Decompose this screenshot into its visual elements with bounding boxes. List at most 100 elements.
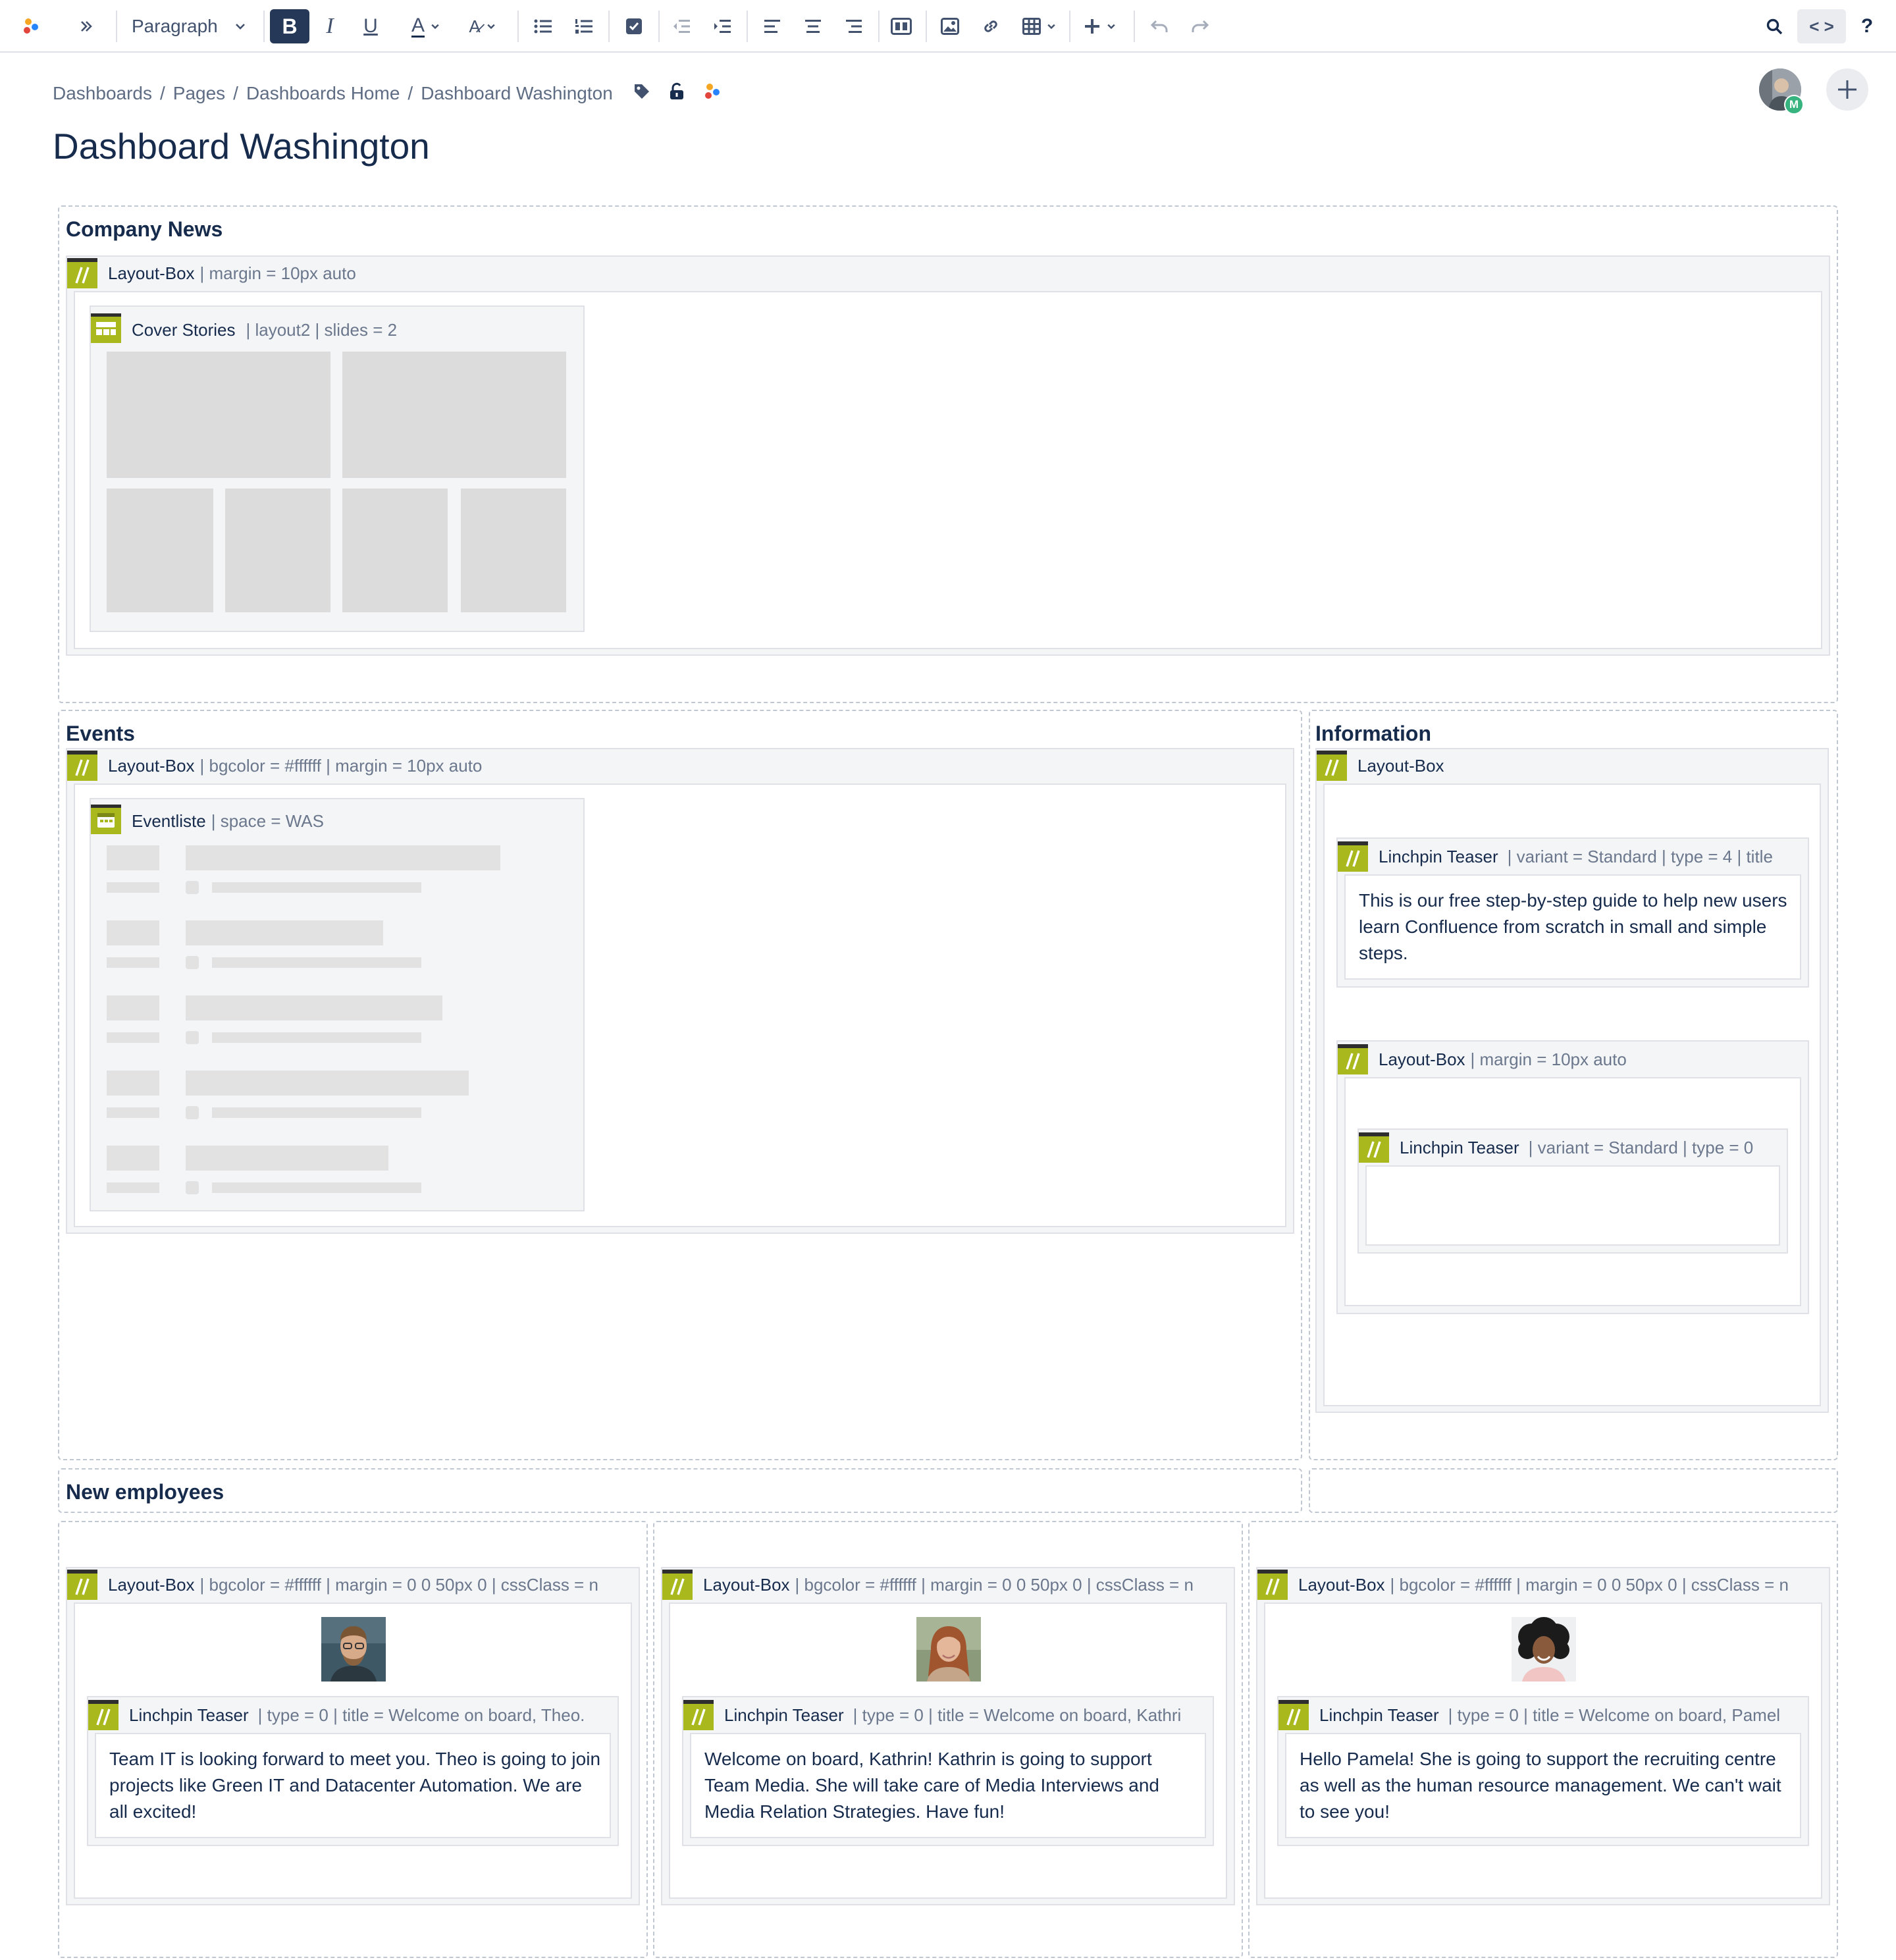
event-meta-placeholder bbox=[107, 1032, 159, 1043]
layout-button[interactable] bbox=[886, 9, 916, 43]
linchpin-teaser-macro[interactable]: Linchpin Teaser | type = 0 | title = Wel… bbox=[87, 1696, 619, 1846]
event-title-placeholder bbox=[186, 1146, 388, 1171]
bullet-list-button[interactable] bbox=[528, 9, 558, 43]
expand-icon[interactable] bbox=[71, 9, 101, 43]
align-center-button[interactable] bbox=[798, 9, 828, 43]
event-meta-placeholder bbox=[107, 957, 159, 968]
chevron-down-icon bbox=[1046, 21, 1057, 32]
toolbar-divider bbox=[926, 11, 927, 42]
help-button[interactable]: ? bbox=[1855, 9, 1879, 43]
code-toggle-button[interactable]: < > bbox=[1797, 9, 1846, 43]
undo-button[interactable] bbox=[1144, 9, 1174, 43]
toolbar-divider bbox=[608, 11, 610, 42]
toolbar-divider bbox=[116, 11, 117, 42]
linchpin-teaser-icon bbox=[1278, 1700, 1309, 1730]
editor-toolbar: Paragraph B I U A A̷ < > ? bbox=[0, 0, 1896, 53]
text-color-button[interactable]: A bbox=[403, 9, 449, 43]
linchpin-teaser-macro[interactable]: Linchpin Teaser | variant = Standard | t… bbox=[1336, 837, 1809, 988]
event-dot-placeholder bbox=[186, 1181, 199, 1194]
section-title[interactable]: Events bbox=[66, 722, 135, 746]
macro-params: | bgcolor = #ffffff | margin = 0 0 50px … bbox=[795, 1574, 1194, 1595]
macro-header: Layout-Box bbox=[1317, 749, 1828, 782]
teaser-body[interactable]: Welcome on board, Kathrin! Kathrin is go… bbox=[690, 1733, 1206, 1838]
linchpin-teaser-macro[interactable]: Linchpin Teaser | type = 0 | title = Wel… bbox=[1277, 1696, 1809, 1846]
section-title[interactable]: Information bbox=[1315, 722, 1431, 746]
italic-icon: I bbox=[326, 14, 334, 38]
event-date-placeholder bbox=[107, 1071, 159, 1096]
breadcrumb-separator: / bbox=[408, 83, 413, 103]
redo-button[interactable] bbox=[1185, 9, 1215, 43]
macro-params: | margin = 10px auto bbox=[1470, 1049, 1627, 1069]
search-icon bbox=[1766, 18, 1783, 35]
macro-params: | space = WAS bbox=[211, 810, 324, 831]
section-title[interactable]: Company News bbox=[66, 217, 223, 242]
cover-stories-macro[interactable]: Cover Stories | layout2 | slides = 2 bbox=[90, 305, 585, 632]
collaborator-avatar[interactable]: M bbox=[1759, 68, 1804, 115]
image-icon bbox=[941, 18, 959, 35]
event-title-placeholder bbox=[186, 845, 500, 870]
layout-icon bbox=[891, 18, 912, 35]
linchpin-logo-icon[interactable] bbox=[702, 82, 722, 106]
breadcrumb-item[interactable]: Dashboards bbox=[53, 83, 152, 104]
event-meta-placeholder bbox=[212, 882, 421, 893]
event-meta-placeholder bbox=[107, 1107, 159, 1118]
teaser-body[interactable] bbox=[1365, 1165, 1780, 1246]
search-button[interactable] bbox=[1759, 9, 1789, 43]
layout-box-icon bbox=[662, 1570, 693, 1600]
breadcrumb: Dashboards / Pages / Dashboards Home / D… bbox=[53, 82, 722, 105]
macro-name: Layout-Box bbox=[108, 263, 195, 283]
bold-button[interactable]: B bbox=[270, 9, 309, 43]
event-date-placeholder bbox=[107, 920, 159, 945]
indent-button[interactable] bbox=[707, 9, 737, 43]
macro-params: | type = 0 | title = Welcome on board, P… bbox=[1448, 1705, 1781, 1725]
text-color-icon: A bbox=[411, 14, 425, 38]
link-icon bbox=[984, 20, 997, 32]
layout-box-icon bbox=[1338, 1044, 1368, 1074]
image-button[interactable] bbox=[935, 9, 965, 43]
outdent-button[interactable] bbox=[666, 9, 697, 43]
task-button[interactable] bbox=[619, 9, 649, 43]
insert-button[interactable] bbox=[1077, 9, 1123, 43]
numbered-list-icon bbox=[575, 19, 592, 34]
linchpin-teaser-macro[interactable]: Linchpin Teaser | variant = Standard | t… bbox=[1357, 1128, 1788, 1254]
macro-header: Layout-Box | bgcolor = #ffffff | margin … bbox=[67, 749, 1293, 782]
breadcrumb-item[interactable]: Pages bbox=[173, 83, 225, 104]
teaser-body[interactable]: Hello Pamela! She is going to support th… bbox=[1285, 1733, 1801, 1838]
linchpin-teaser-icon bbox=[1359, 1132, 1389, 1163]
link-button[interactable] bbox=[976, 9, 1006, 43]
event-meta-placeholder bbox=[107, 882, 159, 893]
employee-photo-kathrin bbox=[916, 1617, 981, 1682]
add-collaborator-button[interactable] bbox=[1826, 68, 1868, 111]
macro-name: Eventliste bbox=[132, 810, 206, 831]
section-title[interactable]: New employees bbox=[66, 1480, 224, 1504]
paragraph-style-select[interactable]: Paragraph bbox=[125, 9, 263, 43]
teaser-body[interactable]: This is our free step-by-step guide to h… bbox=[1344, 874, 1801, 980]
numbered-list-button[interactable] bbox=[569, 9, 599, 43]
section-new-employees-header[interactable] bbox=[58, 1468, 1302, 1513]
layout-box-icon bbox=[67, 1570, 97, 1600]
table-icon bbox=[1022, 18, 1041, 35]
macro-name: Layout-Box bbox=[1357, 755, 1444, 776]
app-logo-icon[interactable] bbox=[16, 9, 46, 43]
layout-box-icon bbox=[67, 751, 97, 781]
code-icon: < > bbox=[1809, 16, 1834, 36]
teaser-body[interactable]: Team IT is looking forward to meet you. … bbox=[95, 1733, 611, 1838]
outdent-icon bbox=[673, 20, 690, 33]
table-button[interactable] bbox=[1016, 9, 1063, 43]
section-empty-cell[interactable] bbox=[1309, 1468, 1838, 1513]
breadcrumb-item[interactable]: Dashboard Washington bbox=[421, 83, 613, 104]
clear-format-button[interactable]: A̷ bbox=[460, 9, 506, 43]
linchpin-teaser-icon bbox=[1338, 841, 1368, 872]
macro-name: Cover Stories bbox=[132, 319, 236, 340]
underline-button[interactable]: U bbox=[356, 9, 386, 43]
linchpin-teaser-macro[interactable]: Linchpin Teaser | type = 0 | title = Wel… bbox=[682, 1696, 1214, 1846]
align-right-button[interactable] bbox=[839, 9, 869, 43]
event-dot-placeholder bbox=[186, 1031, 199, 1044]
breadcrumb-item[interactable]: Dashboards Home bbox=[246, 83, 400, 104]
italic-button[interactable]: I bbox=[315, 9, 345, 43]
align-left-button[interactable] bbox=[757, 9, 787, 43]
eventliste-macro[interactable]: Eventliste | space = WAS bbox=[90, 798, 585, 1211]
page-title[interactable]: Dashboard Washington bbox=[53, 125, 430, 167]
label-tag-icon[interactable] bbox=[633, 82, 651, 105]
unlock-icon[interactable] bbox=[668, 82, 685, 105]
